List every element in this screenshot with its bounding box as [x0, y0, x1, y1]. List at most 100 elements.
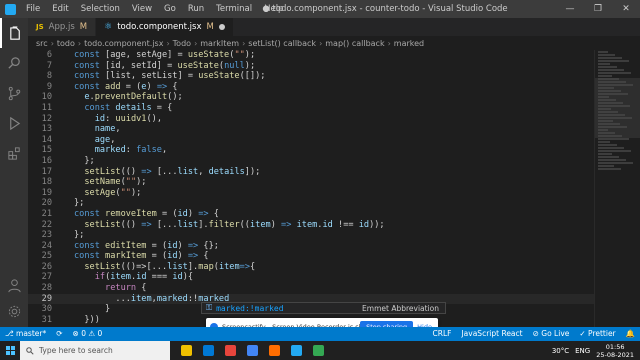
taskbar-app-icon[interactable] [308, 341, 328, 360]
code-line[interactable]: 28 return { [28, 283, 594, 294]
code-token: = ( [146, 251, 168, 262]
breadcrumb-item[interactable]: todo [57, 39, 75, 48]
breadcrumb-item[interactable]: src [36, 39, 48, 48]
extensions-icon[interactable] [0, 138, 28, 168]
line-number: 10 [41, 92, 52, 103]
code-line[interactable]: 20}; [28, 198, 594, 209]
code-line[interactable]: 9 const add = (e) => { [28, 82, 594, 93]
code-token: const [74, 71, 106, 82]
taskbar-app-icon[interactable] [286, 341, 306, 360]
title-bar: File Edit Selection View Go Run Terminal… [0, 0, 640, 18]
menu-file[interactable]: File [20, 0, 46, 18]
go-live-button[interactable]: ⊘ Go Live [528, 327, 575, 341]
code-line[interactable]: 11 const details = { [28, 103, 594, 114]
code-text: const editItem = (id) => {}; [74, 241, 219, 252]
code-line[interactable]: 24 const editItem = (id) => {}; [28, 241, 594, 252]
code-token: ]. [187, 261, 199, 272]
minimap-line [598, 96, 609, 98]
menu-go[interactable]: Go [158, 0, 182, 18]
code-line[interactable]: 17 setList(() => [...list, details]); [28, 167, 594, 178]
menu-edit[interactable]: Edit [46, 0, 74, 18]
unsaved-dot-icon[interactable] [218, 24, 225, 30]
source-control-icon[interactable] [0, 78, 28, 108]
code-token: removeItem [105, 208, 157, 219]
minimize-button[interactable]: — [556, 0, 584, 18]
code-token: const [74, 251, 106, 262]
menu-terminal[interactable]: Terminal [210, 0, 258, 18]
code-line[interactable]: 21 const removeItem = (id) => { [28, 209, 594, 220]
tab-app-js[interactable]: JS App.js M [28, 18, 97, 36]
code-line[interactable]: 14 age, [28, 135, 594, 146]
code-line[interactable]: 16 }; [28, 156, 594, 167]
code-line[interactable]: 26 setList(()=>[...list].map(item=>{ [28, 262, 594, 273]
menu-run[interactable]: Run [182, 0, 210, 18]
code-line[interactable]: 12 id: uuidv1(), [28, 114, 594, 125]
code-line[interactable]: 27 if(item.id === id){ [28, 272, 594, 283]
line-number: 13 [41, 124, 52, 135]
minimap-line [598, 111, 618, 113]
taskbar-app-icon[interactable] [176, 341, 196, 360]
line-ending[interactable]: CRLF [428, 327, 457, 341]
code-line[interactable]: 6 const [age, setAge] = useState(""); [28, 50, 594, 61]
breadcrumb-item[interactable]: Todo [173, 39, 191, 48]
code-token: "" [120, 187, 131, 198]
code-text: return { [74, 283, 146, 294]
breadcrumb-item[interactable]: markItem [200, 39, 239, 48]
code-line[interactable]: 18 setName(""); [28, 177, 594, 188]
menu-selection[interactable]: Selection [75, 0, 126, 18]
autocomplete-suggestion[interactable]: ⚿ marked:!marked Emmet Abbreviation [201, 302, 446, 314]
breadcrumb-item[interactable]: setList() callback [248, 39, 316, 48]
code-token: => [198, 208, 209, 219]
code-line[interactable]: 13 name, [28, 124, 594, 135]
code-token: ) [270, 219, 282, 230]
code-line[interactable]: 15 marked: false, [28, 145, 594, 156]
code-token: ){ [182, 272, 194, 283]
code-line[interactable]: 22 setList(() => [...list].filter((item)… [28, 220, 594, 231]
search-icon [26, 346, 34, 355]
code-text: const [id, setId] = useState(null); [74, 61, 255, 72]
problems-count[interactable]: ⊗ 0 ⚠ 0 [68, 327, 108, 341]
taskbar-search-box[interactable]: Type here to search [20, 341, 170, 360]
code-line[interactable]: 23}; [28, 230, 594, 241]
code-text: name, [74, 124, 121, 135]
code-line[interactable]: 7 const [id, setId] = useState(null); [28, 61, 594, 72]
code-line[interactable]: 19 setAge(""); [28, 188, 594, 199]
close-button[interactable]: ✕ [612, 0, 640, 18]
menu-help[interactable]: Help [258, 0, 289, 18]
prettier-status[interactable]: ✓ Prettier [574, 327, 620, 341]
git-branch[interactable]: ⎇ master* [0, 327, 51, 341]
explorer-icon[interactable] [0, 18, 28, 48]
tab-todo-component[interactable]: ⚛ todo.component.jsx M [96, 18, 234, 36]
taskbar-app-icon[interactable] [264, 341, 284, 360]
language-mode[interactable]: JavaScript React [456, 327, 527, 341]
code-editor[interactable]: 6 const [age, setAge] = useState(""); 7 con… [28, 50, 594, 327]
breadcrumb-item[interactable]: marked [394, 39, 424, 48]
notifications-bell-icon[interactable]: 🔔 [621, 327, 640, 341]
code-line[interactable]: 8 const [list, setList] = useState([]); [28, 71, 594, 82]
code-line[interactable]: 25 const markItem = (id) => { [28, 251, 594, 262]
minimap[interactable] [594, 50, 640, 327]
chevron-right-icon: › [242, 38, 246, 48]
settings-gear-icon[interactable] [0, 296, 28, 326]
pinned-apps [176, 341, 328, 360]
clock[interactable]: 01:56 25-08-2021 [596, 343, 634, 359]
taskbar-app-icon[interactable] [220, 341, 240, 360]
code-token: )); [369, 219, 385, 230]
vscode-logo-icon [0, 0, 20, 18]
code-text: const removeItem = (id) => { [74, 209, 219, 220]
language-indicator[interactable]: ENG [575, 347, 590, 355]
search-icon[interactable] [0, 48, 28, 78]
maximize-button[interactable]: ❐ [584, 0, 612, 18]
breadcrumb-item[interactable]: map() callback [325, 39, 384, 48]
taskbar-app-icon[interactable] [198, 341, 218, 360]
minimap-line [598, 159, 626, 161]
code-line[interactable]: 10 e.preventDefault(); [28, 92, 594, 103]
taskbar-app-icon[interactable] [242, 341, 262, 360]
sync-icon[interactable]: ⟳ [51, 327, 67, 341]
menu-view[interactable]: View [126, 0, 158, 18]
run-debug-icon[interactable] [0, 108, 28, 138]
weather-text[interactable]: 30°C [552, 347, 569, 355]
windows-start-icon[interactable] [0, 341, 20, 360]
breadcrumb-item[interactable]: todo.component.jsx [84, 39, 163, 48]
